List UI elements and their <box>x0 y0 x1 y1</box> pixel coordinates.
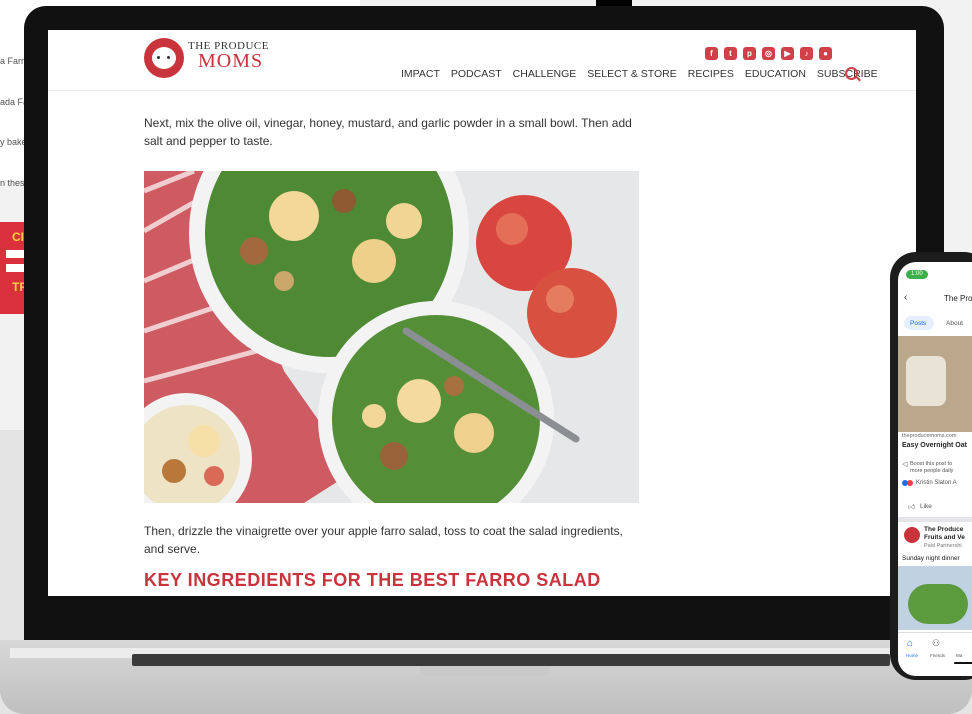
post-image-jar <box>906 356 946 406</box>
post-author[interactable]: The Produce <box>924 526 963 533</box>
social-icons: f t p ◎ ▶ ♪ ● <box>705 47 832 60</box>
nav-home[interactable]: Home <box>906 653 918 658</box>
reactions-text: Kristin Slaton A <box>916 480 957 486</box>
facebook-icon[interactable]: f <box>705 47 718 60</box>
megaphone-icon: ◁ <box>902 461 908 468</box>
link-domain: theproducemoms.com <box>902 433 957 439</box>
laptop-notch <box>420 666 550 676</box>
post-text: Sunday night dinner <box>902 555 960 562</box>
nav-recipes[interactable]: RECIPES <box>688 68 734 80</box>
salad-photo <box>144 171 639 503</box>
section-heading: KEY INGREDIENTS FOR THE BEST FARRO SALAD <box>144 570 601 590</box>
feed-divider <box>898 517 972 522</box>
page-avatar[interactable] <box>904 527 920 543</box>
nav-education[interactable]: EDUCATION <box>745 68 806 80</box>
status-time: 1:00 <box>911 271 923 277</box>
post-image <box>898 336 972 432</box>
nav-impact[interactable]: IMPACT <box>401 68 440 80</box>
youtube-icon[interactable]: ▶ <box>781 47 794 60</box>
love-reaction-icon <box>907 480 913 486</box>
salad-photo-graphic <box>144 171 639 503</box>
paid-partnership: Paid Partnershi <box>924 543 962 549</box>
home-indicator <box>954 662 972 664</box>
logo-text-main[interactable]: MOMS <box>198 50 263 73</box>
main-nav: IMPACT PODCAST CHALLENGE SELECT & STORE … <box>401 68 889 80</box>
boost-text: Boost this post to <box>910 461 953 467</box>
tab-about[interactable]: About <box>946 320 963 327</box>
friends-icon[interactable]: ⚇ <box>932 638 940 649</box>
twitter-icon[interactable]: t <box>724 47 737 60</box>
laptop-keyboard-edge <box>132 654 890 666</box>
phone-page-title: The Pro <box>944 294 972 303</box>
nav-select-store[interactable]: SELECT & STORE <box>587 68 676 80</box>
boost-text-2: more people daily <box>910 468 954 474</box>
logo-icon[interactable] <box>144 38 184 78</box>
nav-challenge[interactable]: CHALLENGE <box>513 68 577 80</box>
podcast-icon[interactable]: ● <box>819 47 832 60</box>
post2-image <box>898 566 972 630</box>
link-title[interactable]: Easy Overnight Oat <box>902 442 967 449</box>
home-icon[interactable]: ⌂ <box>907 638 913 649</box>
logo-face <box>152 47 176 69</box>
like-button[interactable]: Like <box>920 503 932 510</box>
nav-podcast[interactable]: PODCAST <box>451 68 502 80</box>
post2-image-food <box>908 584 968 624</box>
nav-friends[interactable]: Friends <box>930 653 945 658</box>
instagram-icon[interactable]: ◎ <box>762 47 775 60</box>
article-paragraph: Then, drizzle the vinaigrette over your … <box>144 524 623 556</box>
phone-screen: 1:00 ‹ The Pro Posts About theproducemom… <box>898 262 972 676</box>
search-icon[interactable] <box>845 67 858 80</box>
tab-posts[interactable]: Posts <box>910 320 926 327</box>
laptop-screen: THE PRODUCE MOMS f t p ◎ ▶ ♪ ● IMPACT PO… <box>48 30 916 596</box>
site-header: THE PRODUCE MOMS f t p ◎ ▶ ♪ ● IMPACT PO… <box>48 30 916 91</box>
article-paragraph: Next, mix the olive oil, vinegar, honey,… <box>144 116 632 148</box>
post-author-2: Fruits and Ve <box>924 534 965 541</box>
tiktok-icon[interactable]: ♪ <box>800 47 813 60</box>
pinterest-icon[interactable]: p <box>743 47 756 60</box>
thumbs-up-icon[interactable]: 👍︎ <box>908 502 915 511</box>
nav-marketplace[interactable]: Ma <box>956 653 962 658</box>
back-icon[interactable]: ‹ <box>904 292 907 303</box>
